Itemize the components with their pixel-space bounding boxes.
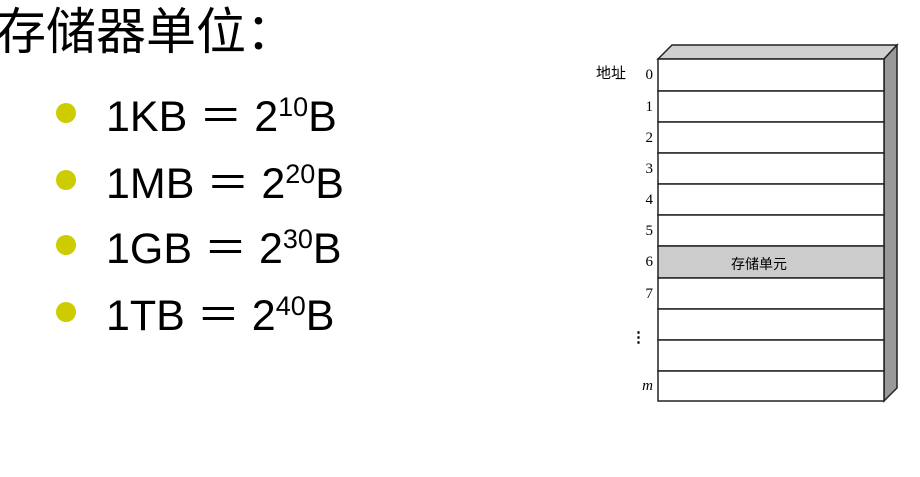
last-address-label: m xyxy=(642,378,653,394)
address-number: 7 xyxy=(645,285,654,302)
memory-cell xyxy=(657,339,885,372)
memory-cell xyxy=(657,214,885,247)
address-number: 5 xyxy=(645,222,654,239)
ellipsis-label: ⋮ xyxy=(631,330,646,346)
memory-box xyxy=(656,43,899,403)
memory-cell xyxy=(657,121,885,154)
address-number: 3 xyxy=(645,160,654,177)
memory-cell xyxy=(657,58,885,92)
address-number: 0 xyxy=(645,67,654,83)
memory-cell xyxy=(657,308,885,341)
memory-cell xyxy=(657,183,885,216)
address-number: 6 xyxy=(645,254,654,270)
storage-unit-label: 存储单元 xyxy=(731,257,787,273)
address-number: 1 xyxy=(645,98,654,115)
memory-side-face xyxy=(883,43,898,403)
slide: 存储器单位： 1KB ＝ 210B 1MB ＝ 220B 1GB ＝ 230B … xyxy=(0,0,920,477)
memory-cell xyxy=(657,90,885,123)
memory-top-face xyxy=(656,44,899,60)
address-number: 2 xyxy=(645,129,654,146)
address-number: 4 xyxy=(645,191,654,208)
memory-cell xyxy=(657,152,885,185)
memory-diagram: 地址 01234567 ⋮ m 存储单元 xyxy=(0,0,920,477)
memory-cell xyxy=(657,370,885,402)
memory-cell xyxy=(657,277,885,310)
